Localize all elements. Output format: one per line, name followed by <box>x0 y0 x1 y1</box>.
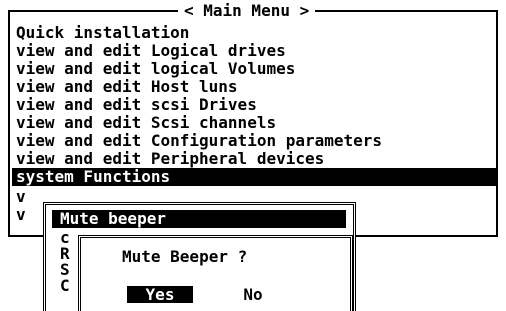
menu-item-logical-volumes[interactable]: view and edit logical Volumes <box>16 60 295 78</box>
menu-item-system-functions[interactable]: system Functions <box>12 168 498 186</box>
submenu-item-partial-c2[interactable]: C <box>60 278 72 294</box>
menu-item-host-luns[interactable]: view and edit Host luns <box>16 78 238 96</box>
menu-item-logical-drives[interactable]: view and edit Logical drives <box>16 42 286 60</box>
menu-item-scsi-drives[interactable]: view and edit scsi Drives <box>16 96 257 114</box>
menu-item-partial-2[interactable]: v <box>16 206 26 224</box>
main-menu-title-text: < Main Menu > <box>184 1 310 20</box>
confirm-question: Mute Beeper ? <box>122 247 248 266</box>
submenu-item-mute-beeper[interactable]: Mute beeper <box>52 210 346 228</box>
menu-item-partial-1[interactable]: v <box>16 188 26 206</box>
menu-item-configuration-parameters[interactable]: view and edit Configuration parameters <box>16 132 382 150</box>
menu-item-peripheral-devices[interactable]: view and edit Peripheral devices <box>16 150 324 168</box>
main-menu-title: < Main Menu > <box>178 1 316 20</box>
menu-item-quick-installation[interactable]: Quick installation <box>16 24 189 42</box>
no-button[interactable]: No <box>232 286 274 303</box>
menu-item-scsi-channels[interactable]: view and edit Scsi channels <box>16 114 276 132</box>
yes-button[interactable]: Yes <box>127 286 193 303</box>
